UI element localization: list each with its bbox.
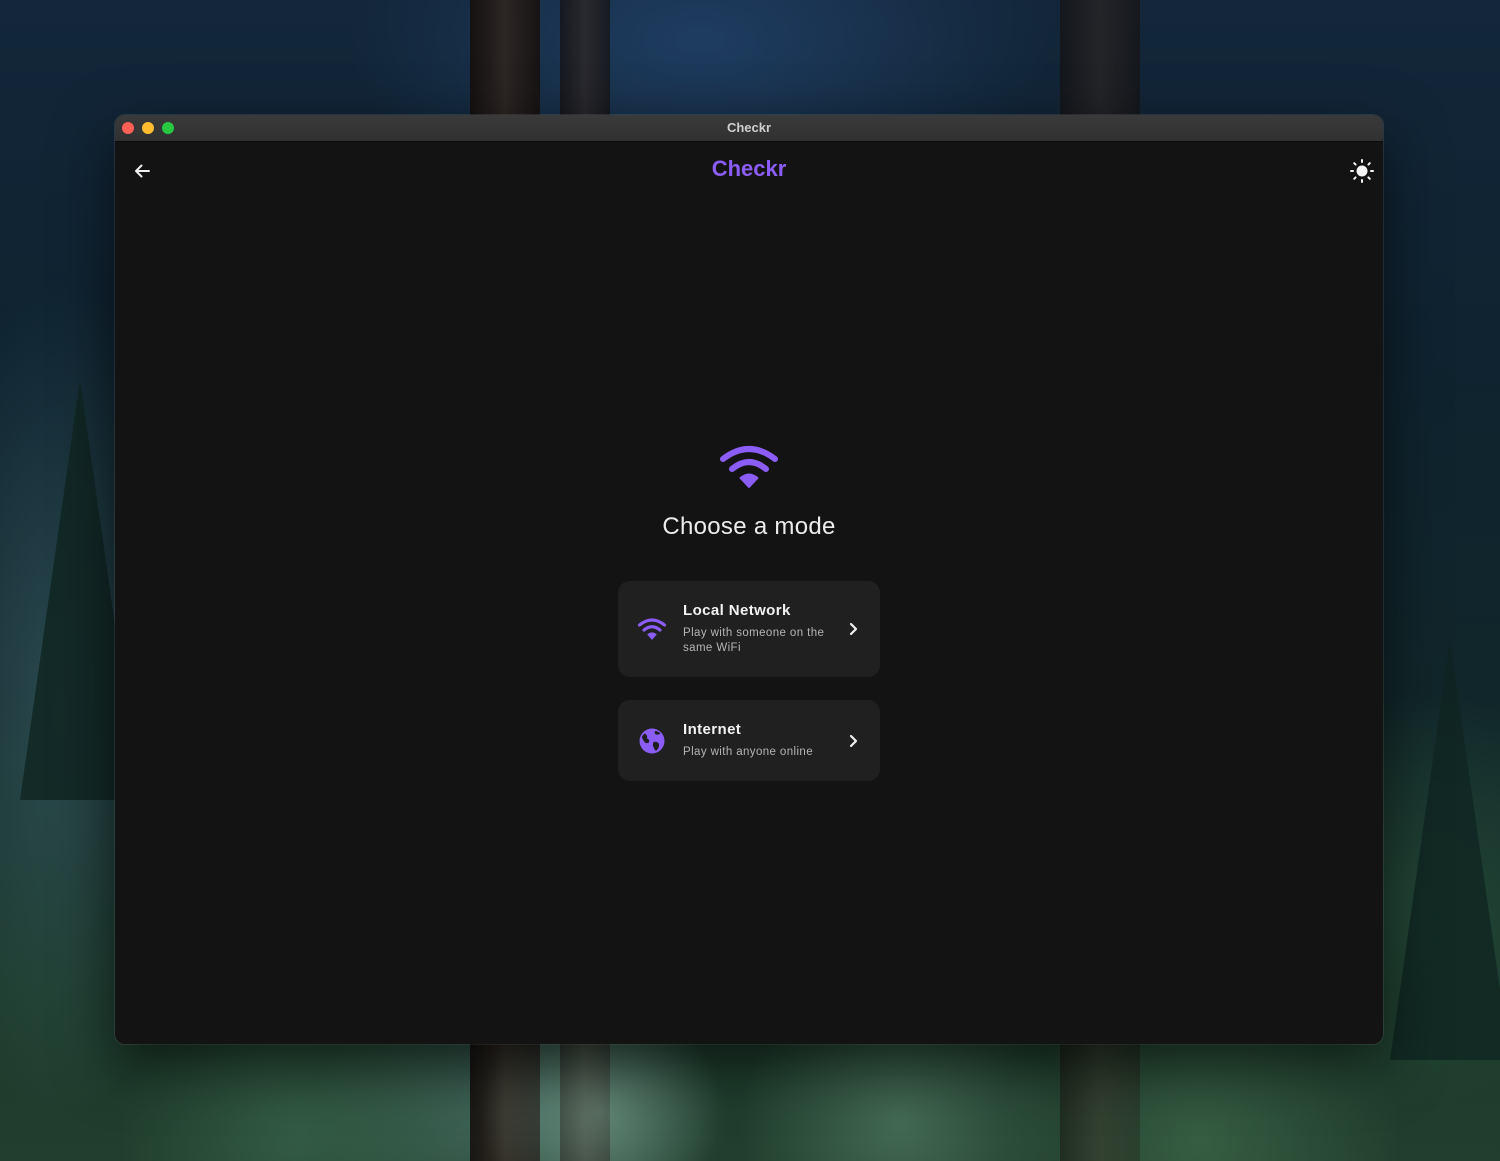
option-icon [636,725,668,757]
option-subtitle: Play with someone on the same WiFi [683,627,825,654]
option-text: Internet Play with anyone online [683,721,846,760]
option-subtitle: Play with anyone online [683,746,814,758]
window-title: Checkr [726,120,772,135]
wallpaper-foliage [0,1031,1500,1161]
sun-icon [1350,159,1374,183]
window-titlebar[interactable]: Checkr [115,115,1383,142]
theme-toggle-button[interactable] [1347,156,1377,186]
wifi-icon [720,446,778,488]
wallpaper-tree [1390,640,1500,1060]
page-heading: Choose a mode [662,513,836,540]
option-title: Local Network [683,602,791,619]
app-bar: Checkr [115,142,1383,198]
desktop-wallpaper: Checkr Checkr Choose a mode Local Networ… [0,0,1500,1161]
wifi-icon [637,618,667,640]
chevron-right-icon [846,734,860,748]
option-icon [636,613,668,645]
option-text: Local Network Play with someone on the s… [683,602,846,656]
app-window: Checkr Checkr Choose a mode Local Networ… [115,115,1383,1044]
chevron-right-icon [846,622,860,636]
app-title: Checkr [711,156,787,181]
local-network-option[interactable]: Local Network Play with someone on the s… [618,581,880,677]
option-title: Internet [683,721,742,738]
internet-option[interactable]: Internet Play with anyone online [618,700,880,781]
globe-icon [639,728,665,753]
mode-chooser: Choose a mode Local Network Play with so… [115,445,1383,781]
